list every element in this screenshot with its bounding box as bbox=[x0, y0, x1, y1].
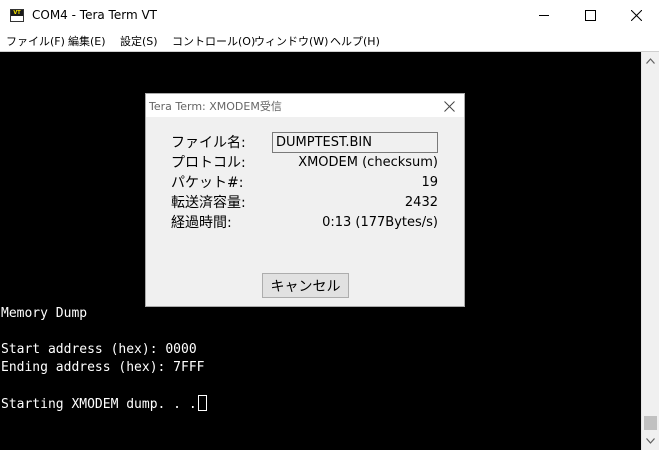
scroll-thumb[interactable] bbox=[644, 416, 657, 430]
filename-label: ファイル名: bbox=[171, 135, 246, 151]
app-icon[interactable]: VT bbox=[10, 9, 24, 22]
chevron-down-icon bbox=[646, 437, 655, 444]
chevron-up-icon bbox=[646, 57, 655, 64]
bytes-transferred-label: 転送済容量: bbox=[171, 195, 246, 211]
scroll-up-button[interactable] bbox=[642, 52, 659, 69]
menu-window[interactable]: ウィンドウ(W) bbox=[254, 33, 328, 49]
packet-value: 19 bbox=[421, 175, 438, 190]
window-title: COM4 - Tera Term VT bbox=[32, 8, 157, 22]
menu-control[interactable]: コントロール(O) bbox=[172, 33, 255, 49]
maximize-button[interactable] bbox=[567, 0, 613, 31]
terminal-line: Memory Dump bbox=[1, 306, 88, 321]
filename-value: DUMPTEST.BIN bbox=[276, 135, 372, 150]
elapsed-time-value: 0:13 (177Bytes/s) bbox=[322, 215, 438, 230]
bytes-transferred-value: 2432 bbox=[404, 195, 438, 210]
protocol-value: XMODEM (checksum) bbox=[298, 155, 438, 170]
terminal-line: Start address (hex): 0000 bbox=[1, 342, 197, 357]
minimize-icon bbox=[538, 15, 549, 16]
close-icon bbox=[630, 10, 642, 21]
minimize-button[interactable] bbox=[521, 0, 567, 31]
dialog-close-button[interactable] bbox=[442, 99, 456, 113]
scroll-down-button[interactable] bbox=[642, 432, 659, 449]
maximize-icon bbox=[584, 10, 596, 21]
close-button[interactable] bbox=[613, 0, 659, 31]
title-bar[interactable]: VT COM4 - Tera Term VT bbox=[0, 0, 659, 31]
menu-settings[interactable]: 設定(S) bbox=[120, 33, 158, 49]
cancel-button[interactable]: キャンセル bbox=[262, 273, 349, 298]
menu-help[interactable]: ヘルプ(H) bbox=[330, 33, 380, 49]
terminal-line-text: Starting XMODEM dump. . . bbox=[1, 397, 197, 412]
menu-bar: ファイル(F) 編集(E) 設定(S) コントロール(O) ウィンドウ(W) ヘ… bbox=[0, 31, 659, 51]
dialog-title: Tera Term: XMODEM受信 bbox=[149, 100, 282, 113]
close-icon bbox=[443, 100, 455, 112]
app-icon-label: VT bbox=[11, 10, 23, 16]
elapsed-time-label: 経過時間: bbox=[171, 215, 232, 231]
protocol-label: プロトコル: bbox=[171, 155, 246, 171]
xmodem-receive-dialog: Tera Term: XMODEM受信 ファイル名: DUMPTEST.BIN … bbox=[145, 93, 465, 307]
menu-edit[interactable]: 編集(E) bbox=[68, 33, 106, 49]
terminal-cursor bbox=[197, 395, 207, 411]
terminal-line: Ending address (hex): 7FFF bbox=[1, 360, 205, 375]
vertical-scrollbar[interactable] bbox=[641, 52, 659, 450]
packet-label: パケット#: bbox=[171, 175, 244, 191]
dialog-title-bar[interactable]: Tera Term: XMODEM受信 bbox=[146, 94, 464, 117]
menu-file[interactable]: ファイル(F) bbox=[6, 33, 65, 49]
terminal-line-last: Starting XMODEM dump. . . bbox=[1, 395, 207, 414]
filename-field: DUMPTEST.BIN bbox=[272, 132, 438, 153]
